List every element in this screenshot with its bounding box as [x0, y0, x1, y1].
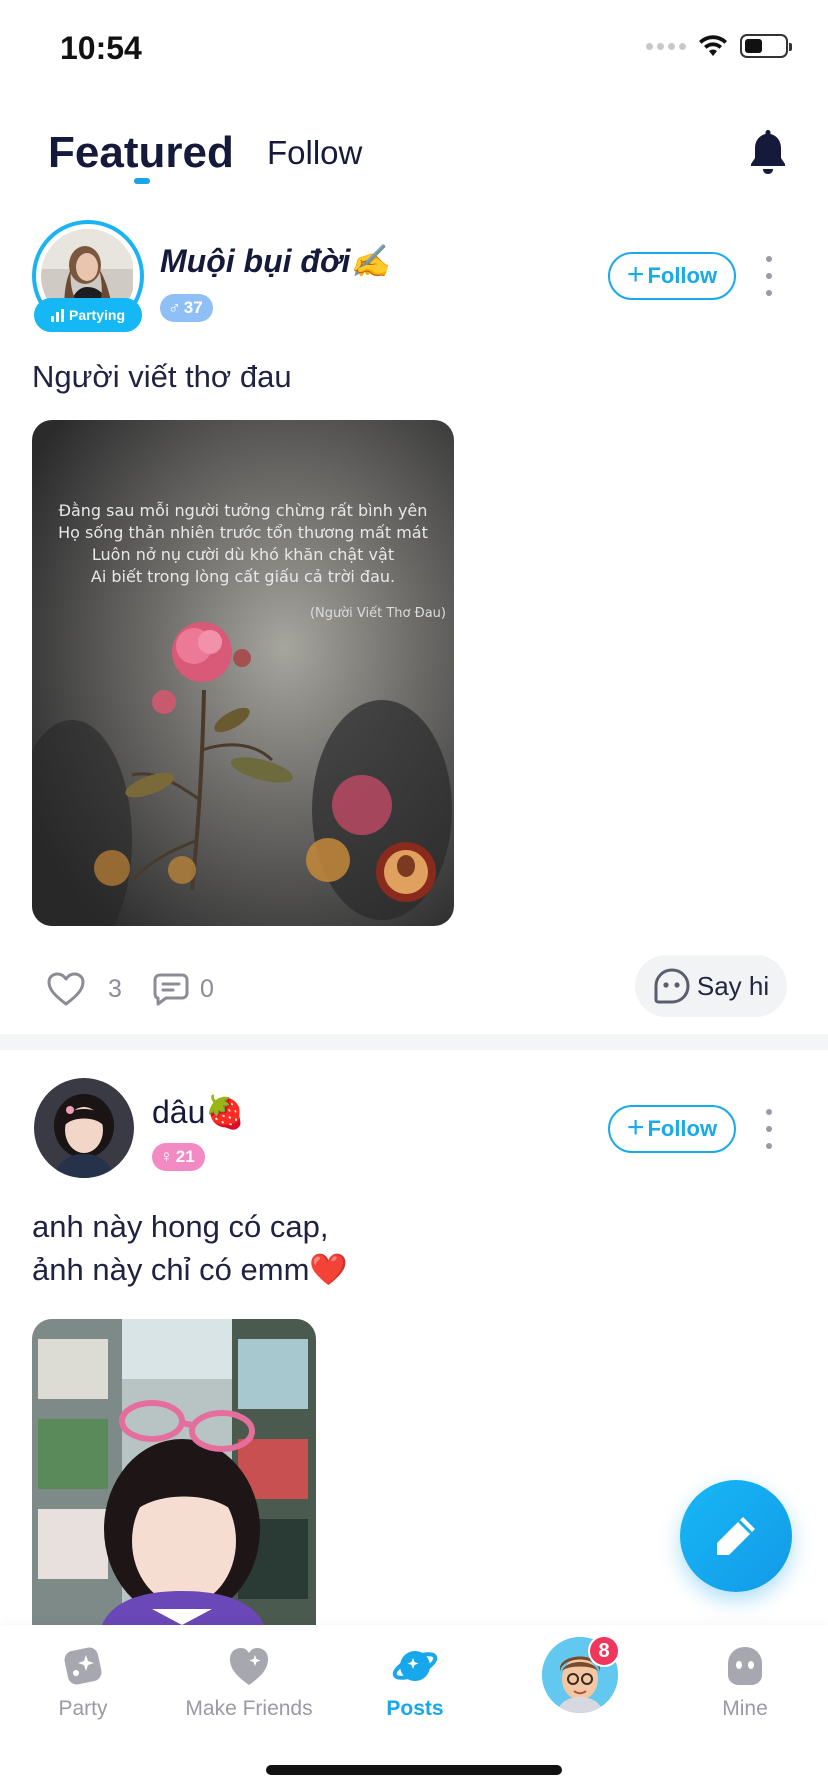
partying-badge-label: Partying [68, 307, 125, 323]
nav-label: Party [58, 1697, 108, 1720]
level-value: 21 [175, 1147, 195, 1166]
battery-level [745, 39, 763, 53]
like-count: 3 [108, 975, 122, 1003]
feed-header: Featured Follow [0, 100, 828, 210]
battery-icon [740, 34, 792, 58]
say-hi-button[interactable]: Say hi [635, 955, 787, 1017]
pencil-icon [717, 1517, 755, 1555]
ghost-face-icon [654, 968, 690, 1004]
planet-icon [392, 1651, 438, 1681]
more-options-icon[interactable] [760, 1109, 778, 1149]
post-card: Partying Muội bụi đời✍️ ♂ 37 + Follow Ng… [0, 220, 828, 1030]
gender-level-tag: ♂ 37 [160, 294, 213, 322]
post-text-line: anh này hong có cap, [32, 1209, 329, 1244]
user-name[interactable]: dâu🍓 [152, 1093, 245, 1131]
follow-button[interactable]: + Follow [608, 1105, 736, 1153]
post-text: anh này hong có cap, ảnh này chỉ có emm❤… [32, 1205, 348, 1291]
female-icon: ♀ [160, 1147, 173, 1166]
nav-label: Mine [722, 1697, 768, 1720]
gender-level-tag: ♀ 21 [152, 1143, 205, 1171]
level-value: 37 [183, 298, 203, 317]
ghost-icon [728, 1647, 762, 1685]
avatar-photo [34, 1078, 134, 1178]
poem-line: Đằng sau mỗi người tưởng chừng rất bình … [58, 501, 428, 520]
status-icons [646, 34, 792, 58]
plus-icon: + [626, 257, 645, 291]
equalizer-icon [50, 308, 64, 322]
rose-photo [32, 420, 454, 926]
user-name[interactable]: Muội bụi đời✍️ [160, 242, 390, 280]
nav-mine[interactable]: Mine [662, 1625, 828, 1745]
selfie-photo [32, 1319, 316, 1625]
post-image[interactable]: Đằng sau mỗi người tưởng chừng rất bình … [32, 420, 454, 926]
post-text-line: ảnh này chỉ có emm❤️ [32, 1252, 349, 1287]
nav-party[interactable]: Party [0, 1625, 166, 1745]
home-indicator[interactable] [266, 1765, 562, 1775]
comment-count: 0 [200, 975, 214, 1003]
follow-button-label: Follow [647, 1116, 718, 1141]
poem-line: Ai biết trong lòng cất giấu cả trời đau. [90, 567, 396, 586]
tab-featured[interactable]: Featured [48, 128, 234, 178]
nav-posts[interactable]: Posts [332, 1625, 498, 1745]
partying-badge: Partying [34, 298, 142, 332]
image-poem: Đằng sau mỗi người tưởng chừng rất bình … [32, 500, 454, 588]
nav-label: Make Friends [185, 1697, 313, 1720]
nav-make-friends[interactable]: Make Friends [166, 1625, 332, 1745]
comment-icon[interactable] [152, 971, 190, 1007]
wifi-icon [699, 35, 727, 56]
nav-label: Posts [386, 1697, 444, 1720]
party-icon [64, 1647, 102, 1685]
status-bar: 10:54 [0, 0, 828, 100]
post-image[interactable] [32, 1319, 316, 1625]
post-divider [0, 1034, 828, 1050]
male-icon: ♂ [168, 298, 181, 317]
notification-badge: 8 [588, 1635, 620, 1667]
user-avatar[interactable] [34, 1078, 134, 1178]
cellular-signal-icon [646, 42, 686, 50]
more-options-icon[interactable] [760, 256, 778, 296]
compose-post-button[interactable] [680, 1480, 792, 1592]
status-time: 10:54 [60, 30, 142, 66]
poem-line: Luôn nở nụ cười dù khó khăn chật vật [91, 545, 395, 564]
active-tab-indicator [134, 178, 150, 184]
poem-credit: (Người Viết Thơ Đau) [309, 606, 446, 621]
post-actions: 3 0 Say hi [0, 955, 828, 1025]
follow-button[interactable]: + Follow [608, 252, 736, 300]
plus-icon: + [626, 1110, 645, 1144]
heart-icon[interactable] [46, 971, 86, 1007]
bell-icon[interactable] [744, 126, 792, 176]
heart-icon [230, 1648, 268, 1685]
post-text: Người viết thơ đau [32, 359, 292, 394]
say-hi-label: Say hi [696, 970, 770, 1001]
poem-line: Họ sống thản nhiên trước tổn thương mất … [58, 523, 428, 542]
follow-button-label: Follow [647, 263, 718, 288]
tab-follow[interactable]: Follow [267, 134, 362, 172]
